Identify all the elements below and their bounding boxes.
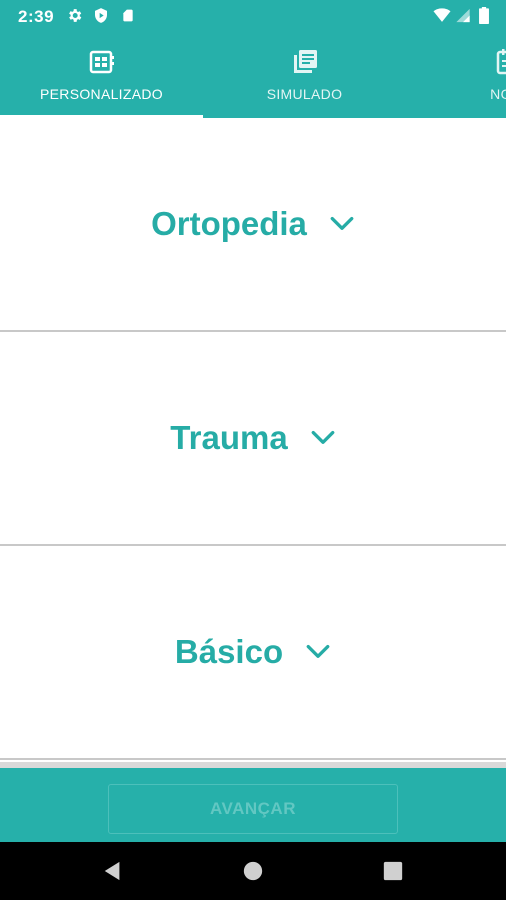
category-ortopedia[interactable]: Ortopedia bbox=[0, 118, 506, 332]
chevron-down-icon bbox=[306, 644, 330, 658]
category-title: Básico bbox=[174, 633, 284, 670]
sd-card-icon bbox=[123, 9, 133, 22]
tab-label: PERSONALIZADO bbox=[40, 86, 163, 102]
status-bar: 2:39 bbox=[0, 0, 506, 32]
system-nav-bar bbox=[0, 842, 506, 900]
gear-icon bbox=[69, 9, 82, 22]
stack-list-icon bbox=[293, 50, 317, 73]
category-title: Ortopedia bbox=[151, 205, 307, 242]
tab-noticias[interactable]: NOTI bbox=[406, 32, 506, 118]
category-basico[interactable]: Básico bbox=[0, 546, 506, 760]
category-list: Ortopedia Trauma Básico bbox=[0, 118, 506, 762]
shield-icon bbox=[95, 8, 107, 23]
chevron-down-icon bbox=[311, 430, 335, 444]
calendar-icon bbox=[496, 49, 506, 75]
signal-icon bbox=[456, 8, 470, 23]
category-trauma[interactable]: Trauma bbox=[0, 332, 506, 546]
tab-bar: PERSONALIZADO SIMULADO NOTI bbox=[0, 32, 506, 118]
chevron-down-icon bbox=[330, 216, 354, 230]
tab-label: SIMULADO bbox=[266, 86, 343, 102]
wifi-icon bbox=[433, 8, 451, 22]
advance-button[interactable]: AVANÇAR bbox=[108, 784, 398, 834]
tab-personalizado[interactable]: PERSONALIZADO bbox=[0, 32, 203, 118]
status-time: 2:39 bbox=[18, 7, 55, 26]
tab-label: NOTI bbox=[490, 86, 506, 102]
back-icon[interactable] bbox=[102, 860, 124, 882]
category-title: Trauma bbox=[170, 419, 288, 456]
tab-simulado[interactable]: SIMULADO bbox=[203, 32, 406, 118]
recents-icon[interactable] bbox=[382, 860, 404, 882]
grid-note-icon bbox=[89, 50, 114, 74]
battery-icon bbox=[479, 7, 489, 24]
bottom-action-bar: AVANÇAR bbox=[0, 762, 506, 842]
home-icon[interactable] bbox=[242, 860, 264, 882]
